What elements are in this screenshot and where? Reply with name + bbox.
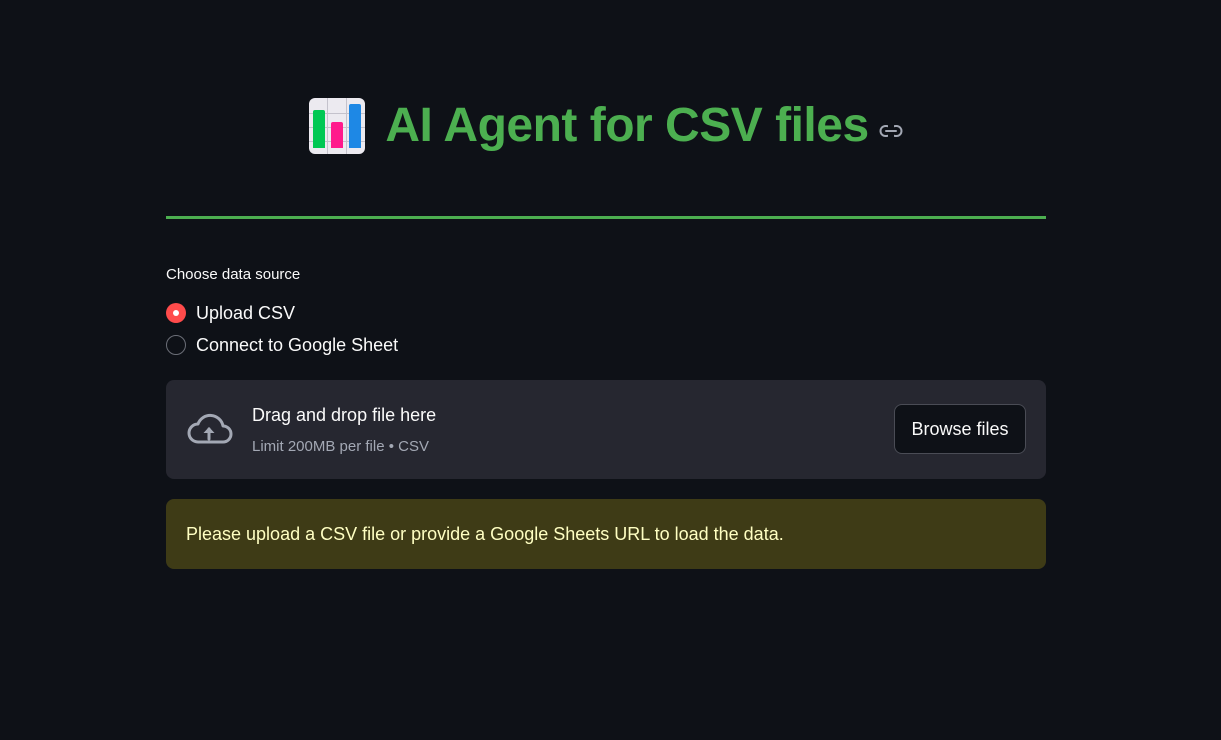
radio-option-label: Connect to Google Sheet	[196, 334, 399, 355]
radio-selected-icon[interactable]	[166, 303, 186, 323]
link-icon[interactable]	[879, 124, 903, 138]
file-dropzone[interactable]: Drag and drop file here Limit 200MB per …	[166, 380, 1046, 479]
radio-group-label: Choose data source	[166, 266, 301, 283]
warning-alert: Please upload a CSV file or provide a Go…	[166, 499, 1046, 569]
header-divider	[166, 216, 1046, 219]
cloud-upload-icon	[187, 413, 233, 444]
dropzone-limit-text: Limit 200MB per file • CSV	[252, 438, 429, 455]
main-content: AI Agent for CSV files Choose data sourc…	[166, 0, 1046, 740]
alert-message: Please upload a CSV file or provide a Go…	[186, 523, 784, 544]
bar-chart-emoji	[309, 98, 366, 154]
page-title: AI Agent for CSV files	[385, 99, 869, 152]
radio-unselected-icon[interactable]	[166, 335, 186, 355]
radio-google-sheet[interactable]: Connect to Google Sheet	[166, 334, 398, 356]
radio-upload-csv[interactable]: Upload CSV	[166, 302, 295, 324]
browse-files-button[interactable]: Browse files	[894, 404, 1026, 454]
dropzone-instructions: Drag and drop file here	[252, 405, 437, 425]
page-header: AI Agent for CSV files	[166, 86, 1046, 166]
radio-option-label: Upload CSV	[196, 302, 296, 323]
